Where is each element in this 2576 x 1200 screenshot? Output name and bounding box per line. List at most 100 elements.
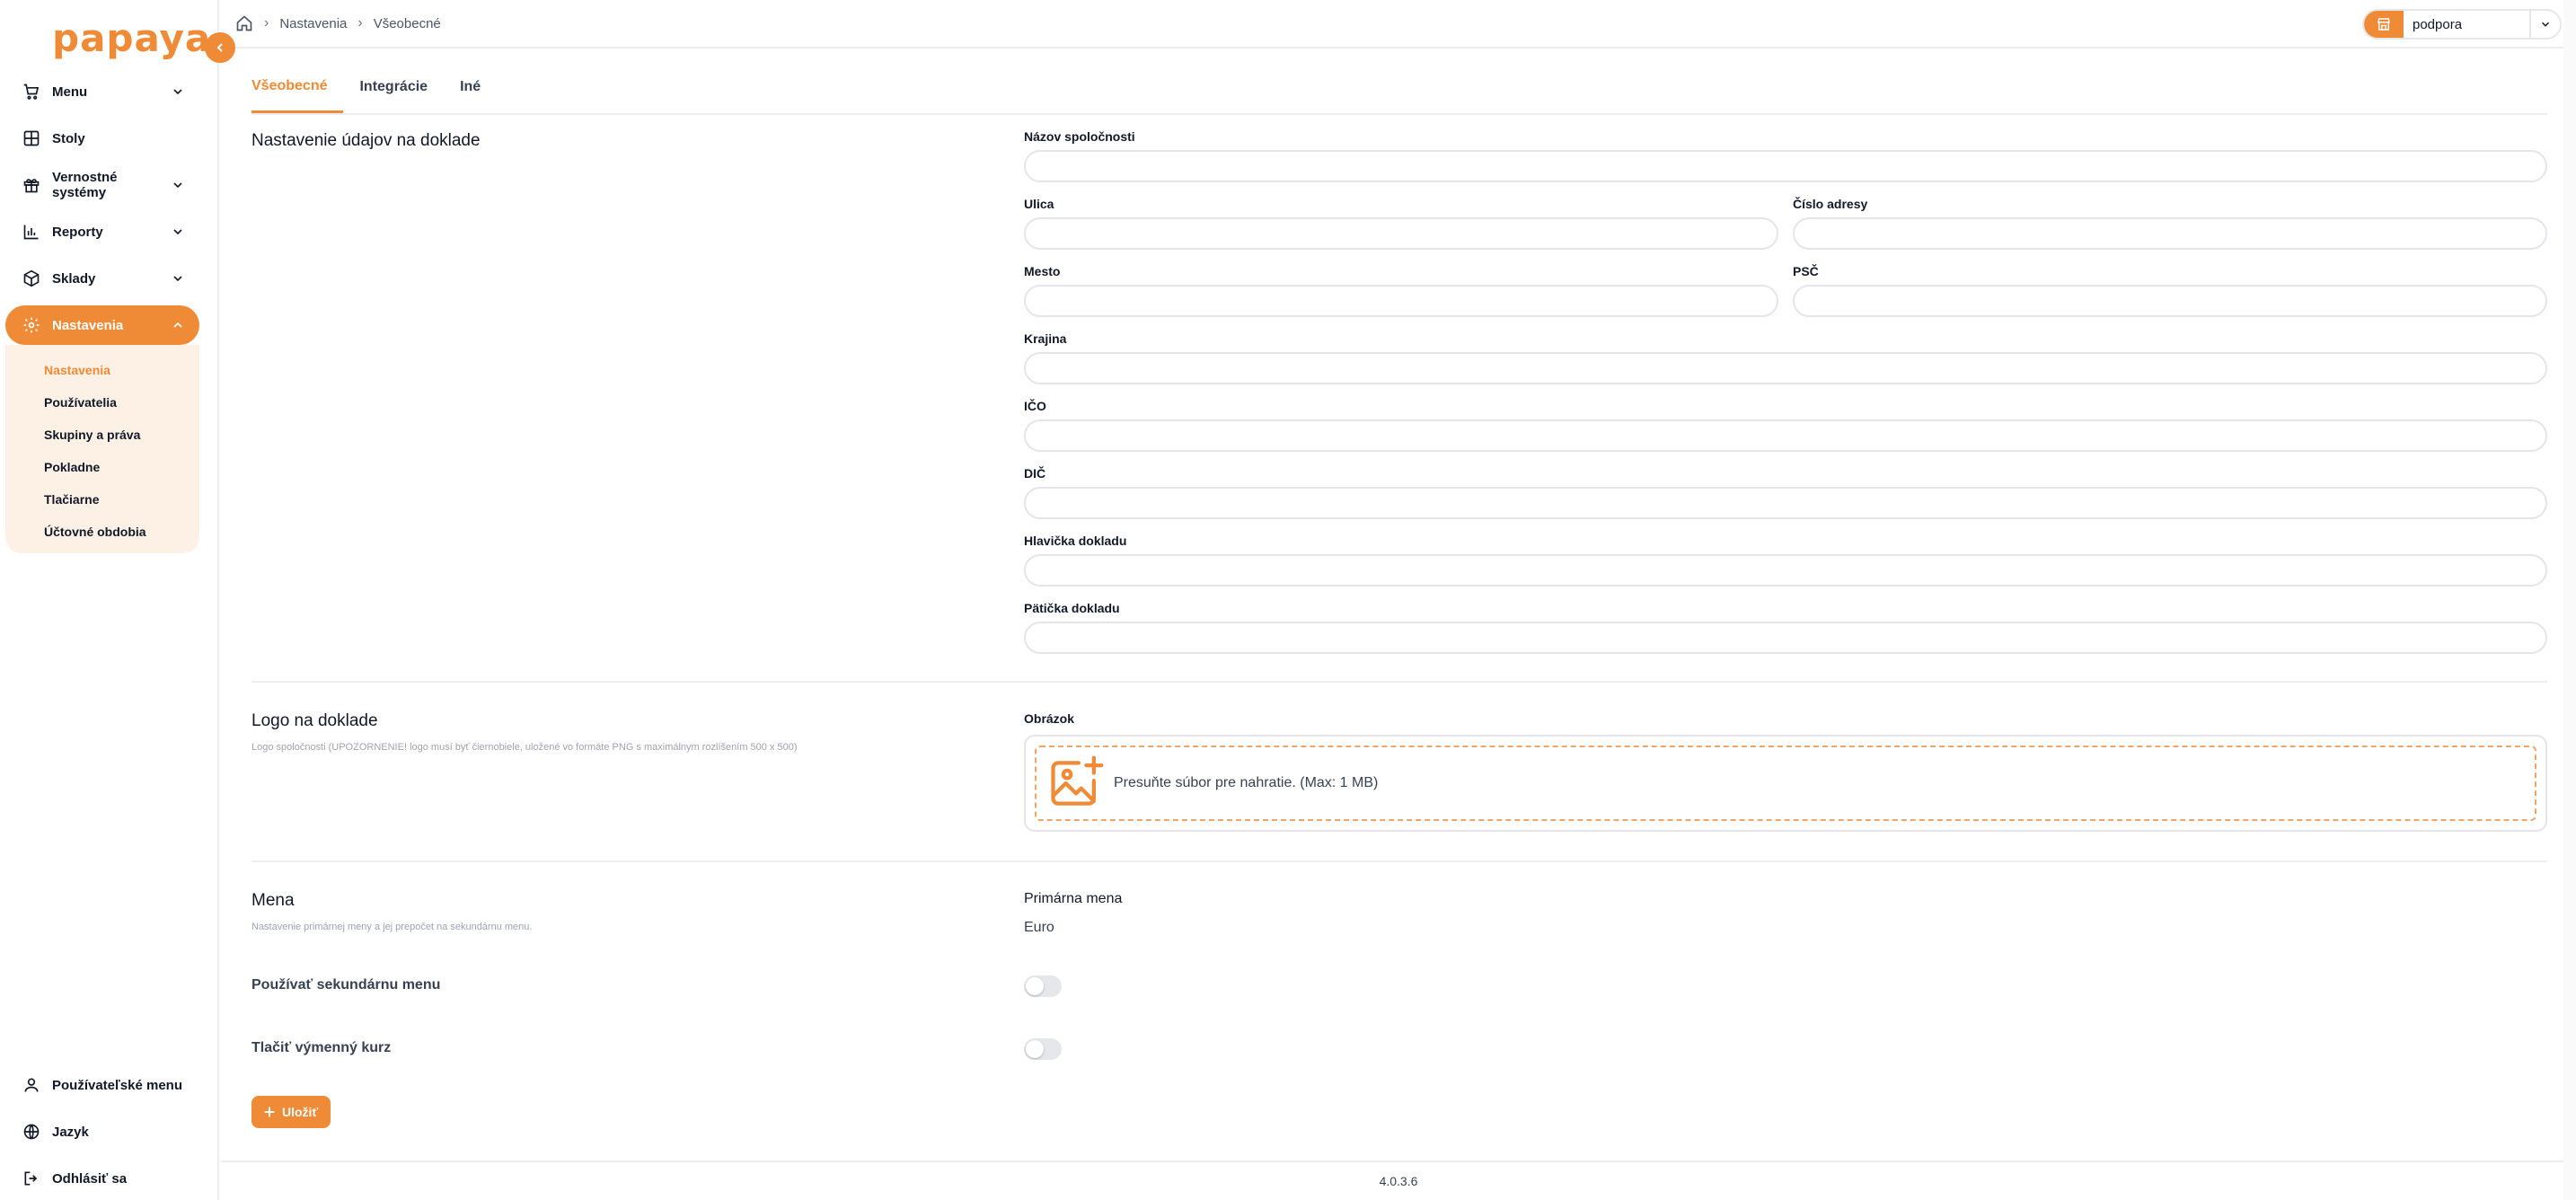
sidebar-item-label: Nastavenia — [52, 317, 124, 333]
page-scrollbar[interactable] — [2563, 0, 2576, 1200]
chevron-down-icon[interactable] — [2529, 11, 2560, 38]
app-footer: 4.0.3.6 — [221, 1160, 2576, 1200]
print-rate-label: Tlačiť výmenný kurz — [251, 1040, 392, 1055]
app-version: 4.0.3.6 — [1379, 1174, 1418, 1188]
currency-section-description: Nastavenie primárnej meny a jej prepočet… — [251, 922, 533, 932]
chevron-down-icon — [173, 182, 182, 189]
tab-ine[interactable]: Iné — [460, 79, 497, 113]
country-label: Krajina — [1024, 331, 1067, 346]
app-root: papaya Menu Stoly Vernostné systémy Repo… — [0, 0, 2576, 1200]
logo-text: papaya — [52, 16, 212, 60]
image-label: Obrázok — [1024, 711, 1075, 726]
sidebar-item-label: Vernostné systémy — [52, 170, 118, 200]
address-number-label: Číslo adresy — [1793, 197, 1868, 211]
secondary-currency-toggle[interactable] — [1024, 975, 1062, 997]
chevron-down-icon — [173, 229, 182, 235]
store-select[interactable]: podpora — [2362, 9, 2562, 40]
topbar: › Nastavenia › Všeobecné podpora — [221, 0, 2576, 49]
sidebar-item-user-menu[interactable]: Používateľské menu — [5, 1065, 199, 1105]
breadcrumb: › Nastavenia › Všeobecné — [235, 14, 441, 32]
gear-icon — [22, 315, 41, 335]
sidebar-item-reporty[interactable]: Reporty — [5, 212, 199, 251]
submenu-item-pokladne[interactable]: Pokladne — [5, 451, 199, 483]
settings-submenu: Nastavenia Používatelia Skupiny a práva … — [5, 345, 199, 553]
receipt-header-input[interactable] — [1024, 554, 2547, 587]
breadcrumb-item-nastavenia[interactable]: Nastavenia — [279, 16, 347, 31]
currency-section-header: Mena Nastavenie primárnej meny a jej pre… — [251, 891, 988, 932]
submenu-item-pouzivatelia[interactable]: Používatelia — [5, 386, 199, 419]
sidebar-collapse-button[interactable] — [205, 32, 235, 63]
sidebar-item-vernostne-systemy[interactable]: Vernostné systémy — [5, 165, 199, 205]
brand-logo[interactable]: papaya — [52, 13, 210, 65]
dic-input[interactable] — [1024, 487, 2547, 519]
sidebar: papaya Menu Stoly Vernostné systémy Repo… — [0, 0, 219, 1200]
user-icon — [22, 1075, 41, 1095]
primary-currency-value: Euro — [1024, 920, 1054, 935]
company-name-input[interactable] — [1024, 150, 2547, 182]
zip-input[interactable] — [1793, 285, 2547, 317]
logo-section-header: Logo na doklade Logo spoločnosti (UPOZOR… — [251, 711, 988, 753]
dic-label: DIČ — [1024, 466, 1046, 481]
tab-vseobecne[interactable]: Všeobecné — [251, 78, 344, 113]
breadcrumb-separator-icon: › — [264, 15, 269, 31]
sidebar-item-label: Odhlásiť sa — [52, 1170, 128, 1187]
currency-section-title: Mena — [251, 891, 295, 910]
tab-integracie[interactable]: Integrácie — [359, 79, 444, 113]
ico-input[interactable] — [1024, 419, 2547, 452]
box-icon — [22, 269, 41, 288]
gift-icon — [22, 175, 41, 195]
submenu-item-uctovne-obdobia[interactable]: Účtovné obdobia — [5, 516, 199, 548]
logout-icon — [22, 1169, 41, 1188]
sidebar-item-sklady[interactable]: Sklady — [5, 259, 199, 298]
primary-currency-label: Primárna mena — [1024, 891, 1123, 906]
upload-dashed-area: Presuňte súbor pre nahratie. (Max: 1 MB) — [1035, 746, 2536, 821]
store-icon — [2364, 11, 2404, 38]
street-input[interactable] — [1024, 217, 1778, 250]
chevron-down-icon — [173, 89, 182, 95]
logo-section-description: Logo spoločnosti (UPOZORNENIE! logo musí… — [251, 742, 798, 753]
submenu-item-tlaciarne[interactable]: Tlačiarne — [5, 483, 199, 516]
save-button[interactable]: Uložiť — [251, 1096, 331, 1128]
sidebar-item-label: Sklady — [52, 270, 96, 287]
ico-label: IČO — [1024, 399, 1046, 413]
street-label: Ulica — [1024, 197, 1054, 211]
cart-icon — [22, 82, 41, 101]
sidebar-item-stoly[interactable]: Stoly — [5, 119, 199, 158]
toggle-knob — [1026, 977, 1044, 995]
chevron-up-icon — [173, 322, 182, 328]
sidebar-item-nastavenia[interactable]: Nastavenia — [5, 305, 199, 345]
sidebar-item-logout[interactable]: Odhlásiť sa — [5, 1159, 199, 1198]
main-content: Všeobecné Integrácie Iné Nastavenie údaj… — [251, 49, 2547, 1128]
sidebar-item-menu[interactable]: Menu — [5, 72, 199, 111]
sidebar-item-label: Stoly — [52, 130, 85, 146]
country-input[interactable] — [1024, 352, 2547, 384]
receipt-footer-input[interactable] — [1024, 622, 2547, 654]
receipt-header-label: Hlavička dokladu — [1024, 534, 1127, 548]
chevron-down-icon — [173, 276, 182, 282]
secondary-currency-label: Používať sekundárnu menu — [251, 977, 441, 993]
logo-section-title: Logo na doklade — [251, 711, 378, 730]
sidebar-item-label: Jazyk — [52, 1124, 89, 1140]
address-number-input[interactable] — [1793, 217, 2547, 250]
sidebar-item-label: Menu — [52, 84, 88, 100]
chevron-left-icon — [216, 43, 223, 52]
print-rate-toggle[interactable] — [1024, 1038, 1062, 1060]
submenu-item-skupiny-a-prava[interactable]: Skupiny a práva — [5, 419, 199, 451]
plus-icon — [264, 1107, 275, 1117]
receipt-section-title: Nastavenie údajov na doklade — [251, 131, 481, 150]
sidebar-item-label: Reporty — [52, 224, 103, 240]
table-grid-icon — [22, 128, 41, 148]
city-input[interactable] — [1024, 285, 1778, 317]
toggle-knob — [1026, 1040, 1044, 1058]
city-label: Mesto — [1024, 264, 1061, 278]
bar-chart-icon — [22, 222, 41, 242]
logo-upload-dropzone[interactable]: Presuňte súbor pre nahratie. (Max: 1 MB) — [1024, 735, 2547, 832]
settings-tabs: Všeobecné Integrácie Iné — [251, 49, 2547, 115]
submenu-item-nastavenia[interactable]: Nastavenia — [5, 354, 199, 386]
globe-icon — [22, 1122, 41, 1142]
sidebar-item-language[interactable]: Jazyk — [5, 1112, 199, 1151]
breadcrumb-item-current: Všeobecné — [373, 15, 441, 31]
breadcrumb-separator-icon: › — [357, 15, 363, 31]
home-icon[interactable] — [235, 14, 253, 32]
add-image-icon — [1051, 755, 1104, 806]
